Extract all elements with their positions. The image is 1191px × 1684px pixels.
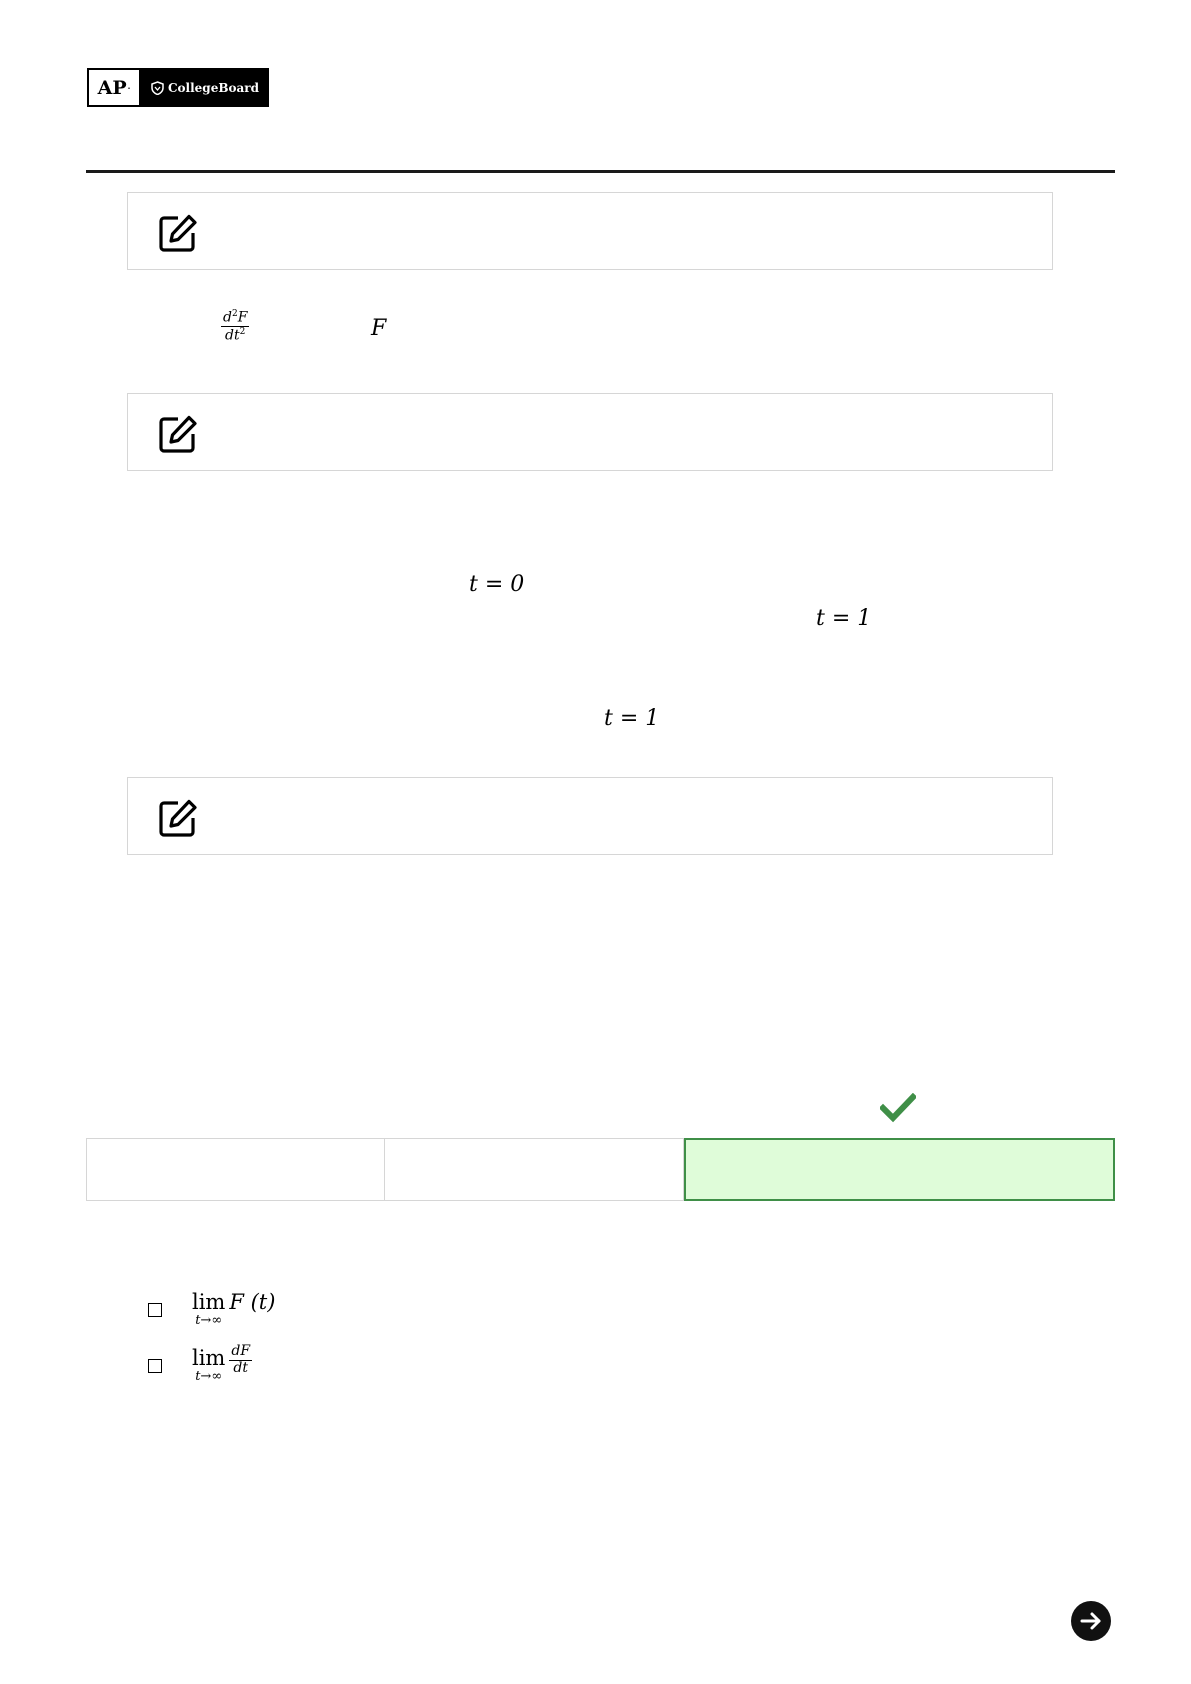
edit-icon[interactable] [158,414,198,454]
edit-icon[interactable] [158,798,198,838]
answer-cell-2[interactable] [384,1138,684,1201]
annotation-box[interactable] [127,393,1053,471]
math-t-equals-1: t = 1 [816,606,872,631]
next-button[interactable] [1071,1601,1111,1641]
ap-logo-mark: AP · [89,70,139,105]
math-t-equals-0: t = 0 [469,572,525,597]
checkbox[interactable] [148,1302,162,1317]
college-board-logo: AP · CollegeBoard [87,68,269,107]
second-derivative-fraction: d2F dt2 [221,309,250,344]
answer-cell-3-correct[interactable] [684,1138,1115,1201]
edit-icon[interactable] [158,213,198,253]
answer-cell-1[interactable] [86,1138,385,1201]
header-divider [86,170,1115,173]
annotation-box[interactable] [127,777,1053,855]
f-symbol: F [371,316,387,341]
college-board-wordmark: CollegeBoard [139,70,267,105]
option-expression: lim t→∞ dF dt [192,1343,253,1384]
option-expression: lim t→∞ F (t) [192,1290,276,1328]
option-limit-f[interactable]: lim t→∞ F (t) [148,1292,275,1327]
annotation-box[interactable] [127,192,1053,270]
check-icon [880,1093,916,1123]
checkbox[interactable] [148,1358,162,1373]
arrow-right-icon [1080,1612,1101,1630]
acorn-shield-icon [151,80,164,95]
math-t-equals-1: t = 1 [604,706,660,731]
option-limit-df-dt[interactable]: lim t→∞ dF dt [148,1343,253,1384]
